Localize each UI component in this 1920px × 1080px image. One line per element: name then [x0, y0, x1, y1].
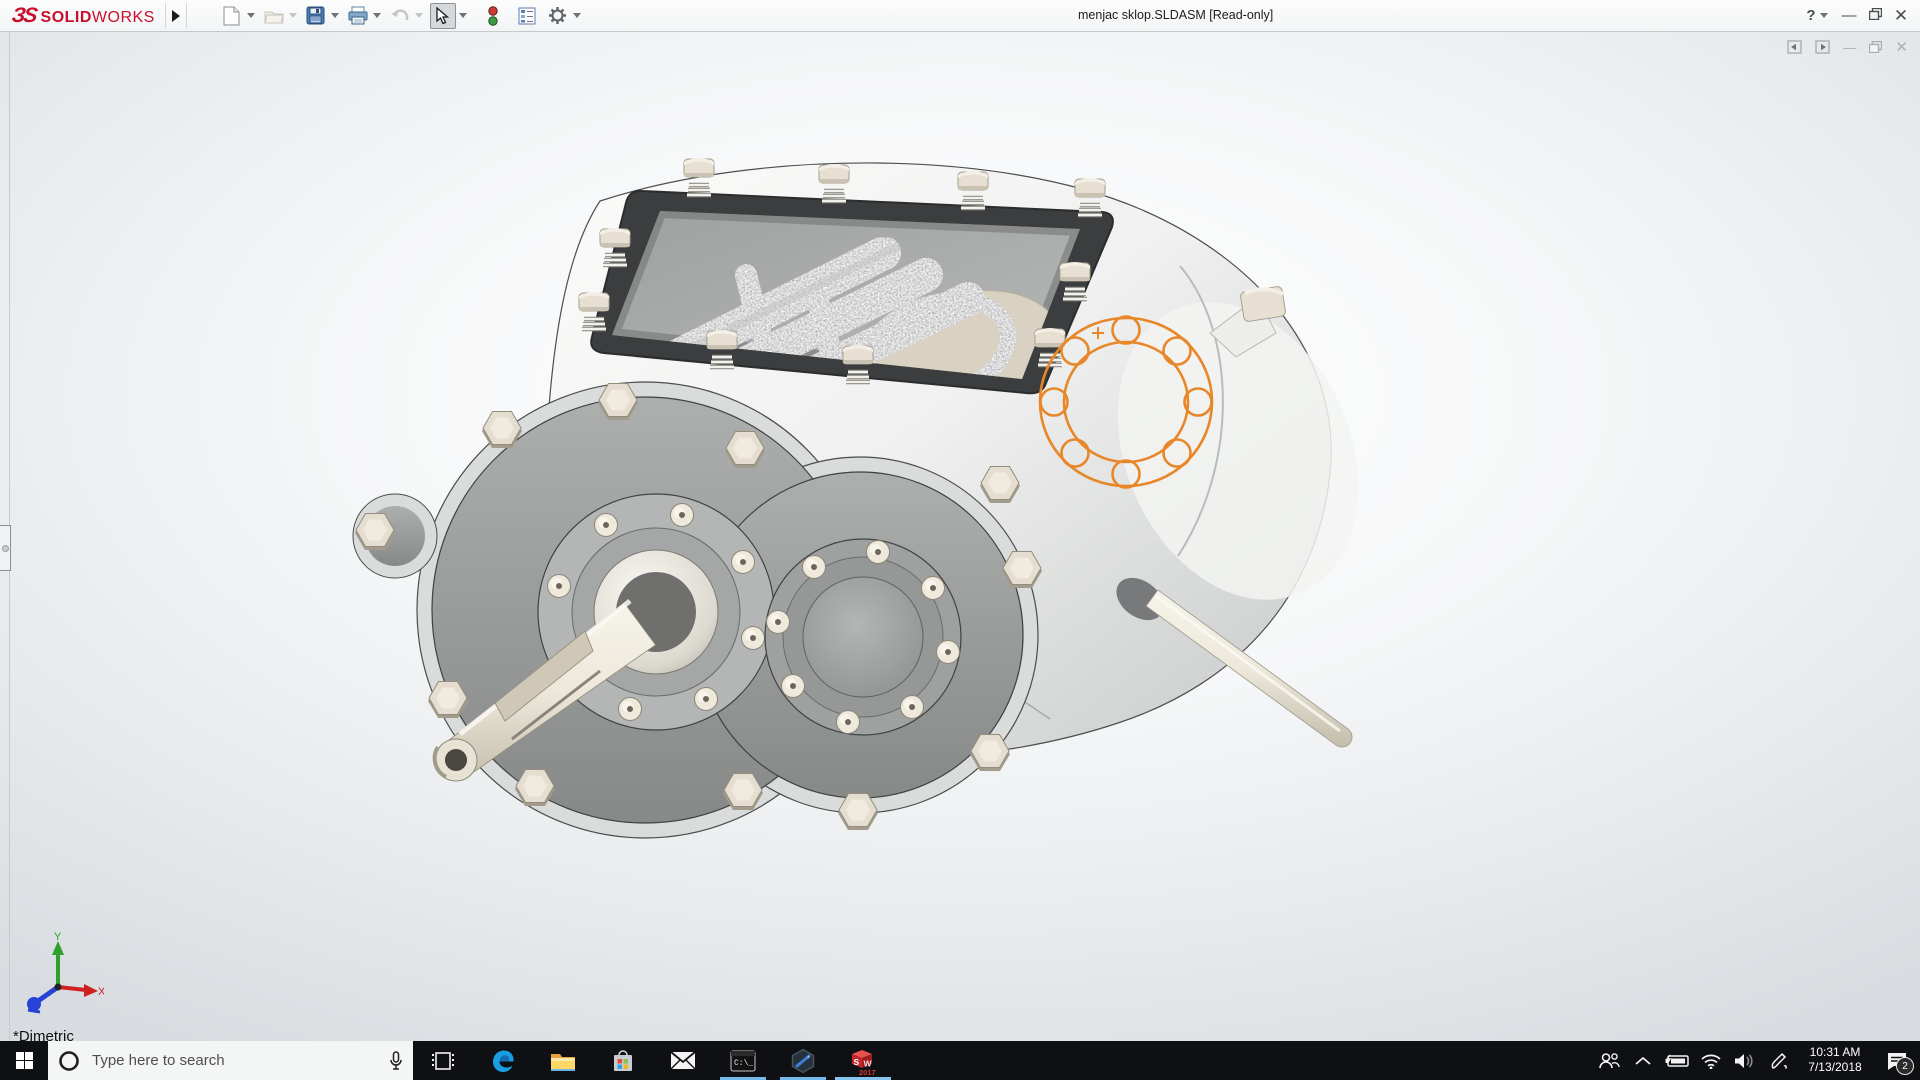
taskbar-app-store[interactable] [593, 1041, 653, 1080]
doc-restore-button[interactable] [1869, 41, 1882, 53]
triad-x-label: X [98, 986, 104, 998]
pane-left-icon [1787, 40, 1802, 54]
save-floppy-icon [306, 6, 325, 25]
save-caret[interactable] [331, 13, 339, 18]
save-button[interactable] [304, 4, 328, 28]
solidworks-logo-glyph: ЗS [10, 4, 37, 28]
restore-button[interactable] [1862, 7, 1888, 24]
properties-list-icon [518, 7, 536, 25]
triad-y-label: Y [54, 931, 62, 943]
right-bearing-cover[interactable] [765, 539, 961, 735]
doc-minimize-button[interactable]: — [1843, 40, 1856, 55]
start-button[interactable] [0, 1041, 48, 1080]
chevron-up-icon [1635, 1056, 1651, 1066]
traffic-light-icon [488, 6, 498, 26]
doc-restore-icon [1869, 41, 1882, 53]
mail-icon [670, 1051, 696, 1070]
sw-letter-s: S [854, 1057, 860, 1067]
people-icon [1598, 1052, 1620, 1070]
performance-status-button[interactable] [481, 4, 505, 28]
print-button[interactable] [346, 4, 370, 28]
new-document-icon [223, 6, 240, 26]
microsoft-store-icon [611, 1049, 635, 1073]
document-properties-button[interactable] [515, 4, 539, 28]
printer-icon [348, 6, 368, 25]
edge-icon [490, 1048, 516, 1074]
hidden-icons-button[interactable] [1626, 1041, 1660, 1080]
volume-control[interactable] [1728, 1041, 1762, 1080]
windows-ink-workspace[interactable] [1762, 1041, 1796, 1080]
show-right-pane-button[interactable] [1815, 40, 1830, 54]
people-button[interactable] [1592, 1041, 1626, 1080]
help-caret[interactable] [1820, 13, 1828, 18]
view-orientation-label: *Dimetric [13, 1028, 74, 1041]
taskbar-search-box[interactable] [48, 1041, 413, 1080]
minimize-button[interactable]: — [1836, 7, 1862, 24]
wifi-icon [1700, 1053, 1722, 1069]
action-center-button[interactable]: 2 [1874, 1041, 1920, 1080]
new-document-button[interactable] [220, 4, 244, 28]
reference-triad: Y X [18, 931, 104, 1017]
flyout-arrow-icon [172, 10, 180, 22]
cmd-label: C:\_ [734, 1059, 753, 1068]
cortana-icon [58, 1050, 80, 1072]
sw-letter-w: W [864, 1058, 873, 1068]
app-titlebar: ЗS SOLIDWORKS menjac sklop. [0, 0, 1920, 32]
clock-time: 10:31 AM [1796, 1045, 1874, 1060]
open-folder-icon [264, 7, 284, 25]
graphics-viewport[interactable]: — ✕ [0, 31, 1920, 1041]
select-tool-button[interactable] [430, 3, 456, 29]
taskbar-clock[interactable]: 10:31 AM 7/13/2018 [1796, 1041, 1874, 1080]
new-document-caret[interactable] [247, 13, 255, 18]
close-button[interactable]: ✕ [1888, 6, 1914, 26]
taskbar-app-command-prompt[interactable]: C:\_ [713, 1041, 773, 1080]
task-view-icon [431, 1051, 455, 1071]
undo-button[interactable] [388, 4, 412, 28]
clock-date: 7/13/2018 [1796, 1060, 1874, 1075]
windows-taskbar: C:\_ S W 2017 [0, 1041, 1920, 1080]
pane-right-icon [1815, 40, 1830, 54]
taskbar-app-solidworks[interactable]: S W 2017 [833, 1041, 893, 1080]
microphone-icon[interactable] [389, 1051, 403, 1071]
task-view-button[interactable] [413, 1041, 473, 1080]
solidworks-2017-icon: S W 2017 [848, 1046, 878, 1076]
select-cursor-icon [435, 7, 450, 25]
menu-flyout-button[interactable] [165, 3, 187, 28]
hexagon-app-icon [790, 1048, 816, 1074]
search-input[interactable] [90, 1051, 379, 1070]
options-caret[interactable] [573, 13, 581, 18]
taskbar-app-edge[interactable] [473, 1041, 533, 1080]
sw-year: 2017 [859, 1068, 876, 1076]
open-document-caret[interactable] [289, 13, 297, 18]
battery-charging-icon [1664, 1054, 1690, 1068]
show-left-pane-button[interactable] [1787, 40, 1802, 54]
battery-status[interactable] [1660, 1041, 1694, 1080]
options-button[interactable] [546, 4, 570, 28]
3d-model-gearbox-assembly[interactable] [0, 31, 1920, 1041]
solidworks-logo: ЗS SOLIDWORKS [0, 4, 165, 28]
notification-badge: 2 [1896, 1057, 1914, 1075]
network-status[interactable] [1694, 1041, 1728, 1080]
speaker-icon [1734, 1053, 1756, 1069]
system-tray: 10:31 AM 7/13/2018 2 [1592, 1041, 1920, 1080]
restore-icon [1869, 8, 1882, 20]
file-explorer-icon [550, 1050, 576, 1072]
undo-arrow-icon [390, 7, 410, 24]
gear-icon [548, 6, 567, 25]
undo-caret[interactable] [415, 13, 423, 18]
taskbar-app-mail[interactable] [653, 1041, 713, 1080]
document-window-controls: — ✕ [1787, 38, 1908, 56]
taskbar-app-hexagon[interactable] [773, 1041, 833, 1080]
select-tool-caret[interactable] [459, 13, 467, 18]
open-document-button[interactable] [262, 4, 286, 28]
doc-close-button[interactable]: ✕ [1895, 38, 1908, 56]
document-title: menjac sklop.SLDASM [Read-only] [1078, 0, 1273, 31]
windows-logo-icon [16, 1052, 33, 1069]
taskbar-app-file-explorer[interactable] [533, 1041, 593, 1080]
pen-icon [1769, 1052, 1789, 1070]
print-caret[interactable] [373, 13, 381, 18]
command-prompt-icon: C:\_ [730, 1050, 756, 1072]
